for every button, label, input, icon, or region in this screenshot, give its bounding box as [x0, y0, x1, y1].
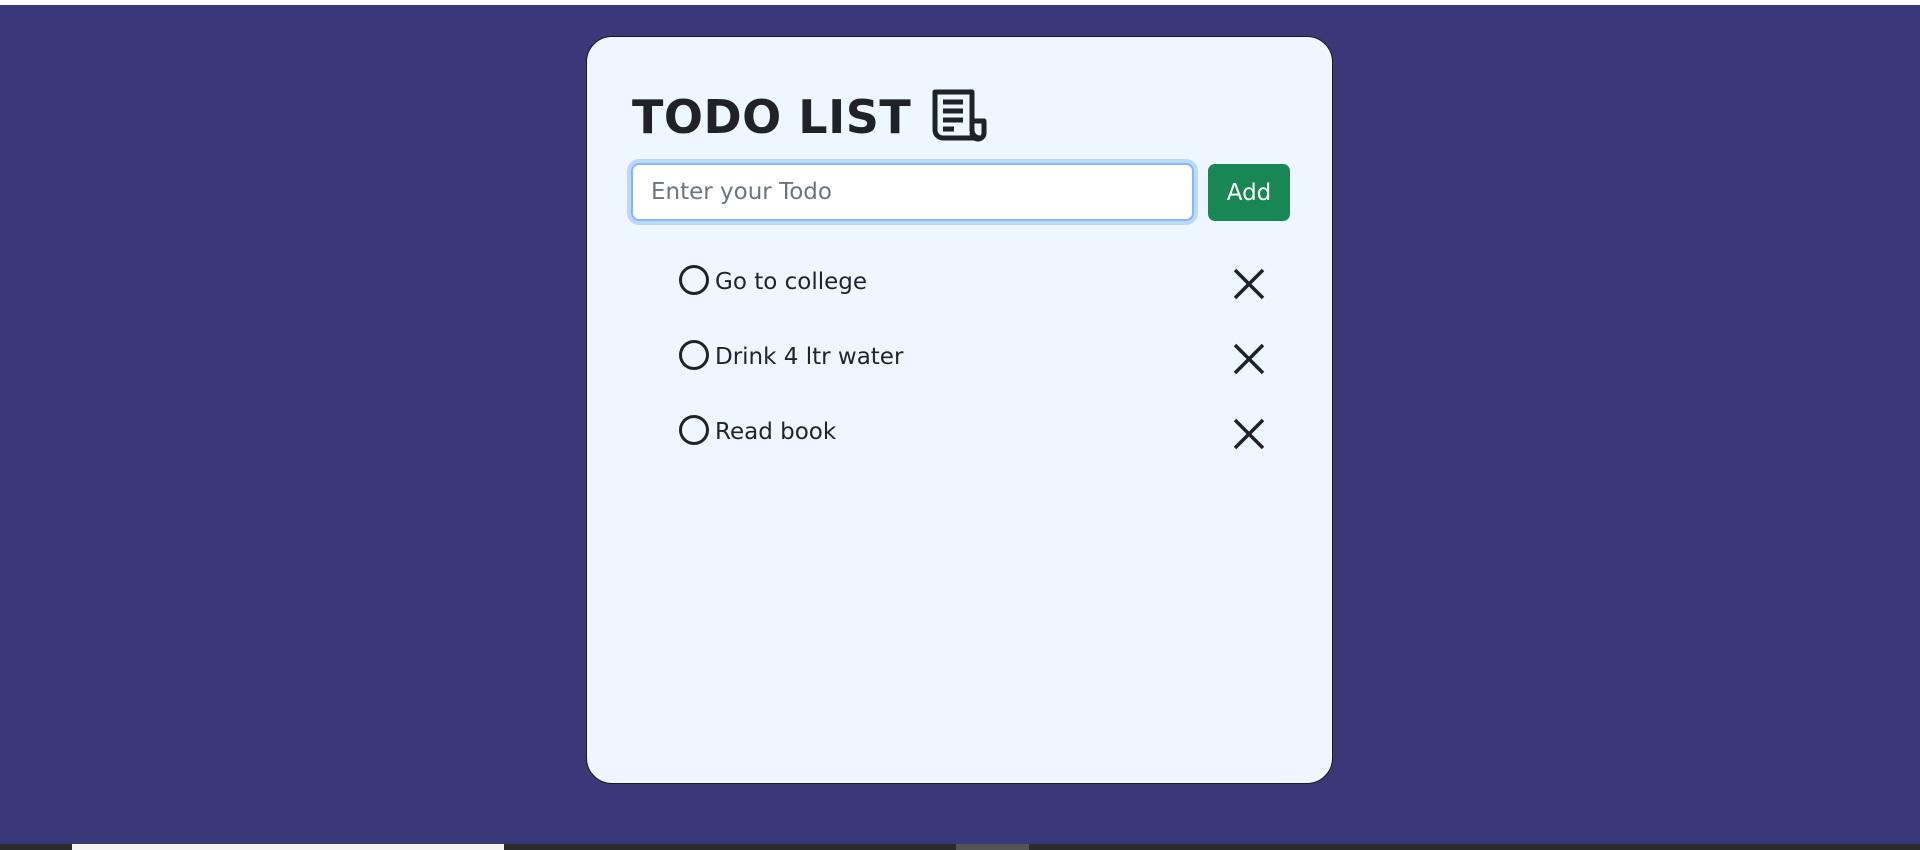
close-icon[interactable] — [1232, 267, 1266, 301]
todo-item: Go to college — [679, 265, 1289, 340]
receipt-icon — [932, 89, 987, 142]
circle-icon[interactable] — [679, 415, 709, 445]
taskbar-search-box[interactable] — [72, 844, 504, 850]
todo-card: TODO LIST Add Go to college Drink 4 ltr … — [586, 36, 1333, 784]
todo-item: Drink 4 ltr water — [679, 340, 1289, 415]
todo-input[interactable] — [631, 163, 1194, 221]
todo-item: Read book — [679, 415, 1289, 490]
circle-icon[interactable] — [679, 340, 709, 370]
taskbar-active-app[interactable] — [956, 844, 1029, 850]
todo-text: Read book — [715, 419, 837, 445]
circle-icon[interactable] — [679, 265, 709, 295]
todo-list: Go to college Drink 4 ltr water Read boo… — [679, 265, 1289, 490]
add-button[interactable]: Add — [1208, 164, 1290, 221]
taskbar — [0, 844, 1920, 850]
header: TODO LIST — [632, 87, 989, 147]
todo-text: Drink 4 ltr water — [715, 344, 904, 370]
page-title: TODO LIST — [632, 90, 912, 144]
close-icon[interactable] — [1232, 417, 1266, 451]
todo-text: Go to college — [715, 269, 868, 295]
close-icon[interactable] — [1232, 342, 1266, 376]
